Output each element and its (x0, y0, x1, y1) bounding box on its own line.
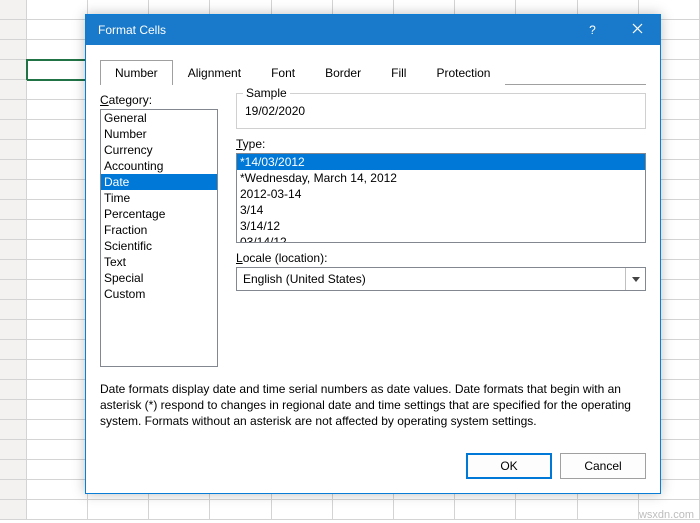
list-item[interactable]: Fraction (101, 222, 217, 238)
list-item[interactable]: Special (101, 270, 217, 286)
cancel-button-label: Cancel (584, 459, 621, 473)
list-item[interactable]: Text (101, 254, 217, 270)
tab-font[interactable]: Font (256, 60, 310, 85)
sample-group: Sample 19/02/2020 (236, 93, 646, 129)
dialog-footer: OK Cancel (86, 441, 660, 493)
format-cells-dialog: Format Cells ? Number Alignment Font Bor… (85, 14, 661, 494)
format-description: Date formats display date and time seria… (100, 381, 646, 430)
sample-label: Sample (243, 86, 290, 100)
watermark: wsxdn.com (639, 509, 694, 521)
type-label: Type: (236, 137, 646, 151)
cancel-button[interactable]: Cancel (560, 453, 646, 479)
ok-button[interactable]: OK (466, 453, 552, 479)
list-item[interactable]: 03/14/12 (237, 234, 645, 243)
list-item[interactable]: Scientific (101, 238, 217, 254)
list-item[interactable]: Time (101, 190, 217, 206)
list-item[interactable]: Accounting (101, 158, 217, 174)
help-icon: ? (589, 23, 596, 37)
list-item[interactable]: *14/03/2012 (237, 154, 645, 170)
titlebar: Format Cells ? (86, 15, 660, 45)
tab-alignment[interactable]: Alignment (173, 60, 256, 85)
tab-protection[interactable]: Protection (421, 60, 505, 85)
list-item[interactable]: General (101, 110, 217, 126)
category-listbox[interactable]: GeneralNumberCurrencyAccountingDateTimeP… (100, 109, 218, 367)
list-item[interactable]: *Wednesday, March 14, 2012 (237, 170, 645, 186)
help-button[interactable]: ? (570, 15, 615, 45)
list-item[interactable]: Custom (101, 286, 217, 302)
sample-value: 19/02/2020 (245, 100, 637, 118)
tab-border[interactable]: Border (310, 60, 376, 85)
list-item[interactable]: Number (101, 126, 217, 142)
close-button[interactable] (615, 15, 660, 45)
tab-fill[interactable]: Fill (376, 60, 421, 85)
list-item[interactable]: 2012-03-14 (237, 186, 645, 202)
locale-label: Locale (location): (236, 251, 646, 265)
list-item[interactable]: Currency (101, 142, 217, 158)
dialog-title: Format Cells (98, 23, 570, 37)
locale-value: English (United States) (237, 272, 625, 286)
tab-number[interactable]: Number (100, 60, 173, 85)
locale-dropdown[interactable]: English (United States) (236, 267, 646, 291)
list-item[interactable]: 3/14/12 (237, 218, 645, 234)
tab-strip: Number Alignment Font Border Fill Protec… (100, 59, 646, 85)
category-label: Category: (100, 93, 218, 107)
ok-button-label: OK (500, 459, 517, 473)
list-item[interactable]: 3/14 (237, 202, 645, 218)
list-item[interactable]: Percentage (101, 206, 217, 222)
list-item[interactable]: Date (101, 174, 217, 190)
chevron-down-icon (625, 268, 645, 290)
dialog-body: Category: GeneralNumberCurrencyAccountin… (86, 85, 660, 441)
type-listbox[interactable]: *14/03/2012*Wednesday, March 14, 2012201… (236, 153, 646, 243)
close-icon (632, 23, 643, 37)
